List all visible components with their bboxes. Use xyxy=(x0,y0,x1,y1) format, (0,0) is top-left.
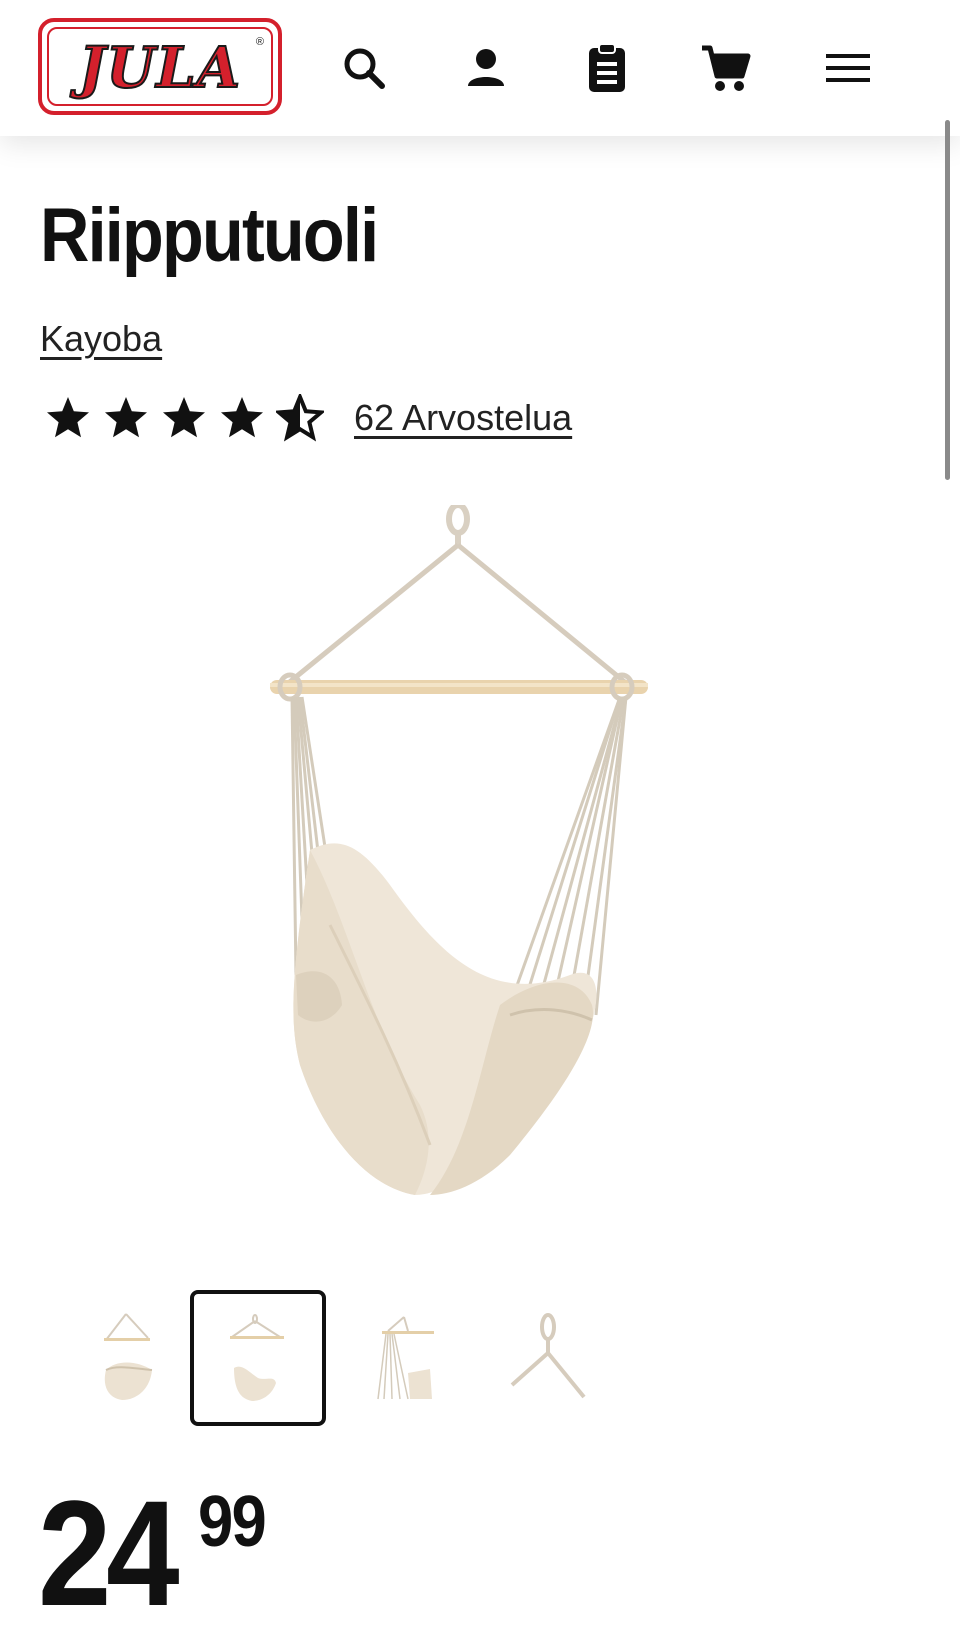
thumbnail-1[interactable] xyxy=(56,1290,192,1426)
product-image[interactable] xyxy=(270,502,690,1240)
star-icon xyxy=(163,397,205,438)
logo-text: JULA xyxy=(78,34,242,102)
rating-row: 62 Arvostelua xyxy=(44,394,572,442)
account-icon[interactable] xyxy=(458,40,514,96)
search-icon[interactable] xyxy=(336,40,392,96)
thumbnail-gallery xyxy=(56,1290,656,1430)
shopping-list-icon[interactable] xyxy=(579,40,635,96)
thumbnail-3[interactable] xyxy=(336,1290,472,1426)
star-icon xyxy=(105,397,147,438)
site-header: JULA ® xyxy=(0,0,960,136)
thumbnail-2[interactable] xyxy=(190,1290,326,1426)
cart-icon[interactable] xyxy=(698,40,754,96)
product-title: Riipputuoli xyxy=(40,193,379,278)
brand-link[interactable]: Kayoba xyxy=(40,318,162,360)
half-star-icon xyxy=(276,394,324,442)
jula-logo[interactable]: JULA ® xyxy=(38,18,282,115)
scrollbar[interactable] xyxy=(945,120,950,480)
registered-mark: ® xyxy=(255,36,264,48)
menu-icon[interactable] xyxy=(820,40,876,96)
star-icon xyxy=(47,397,89,438)
star-icon xyxy=(221,397,263,438)
price-integer: 24 xyxy=(38,1469,180,1637)
reviews-link[interactable]: 62 Arvostelua xyxy=(354,397,572,439)
thumbnail-4[interactable] xyxy=(480,1290,616,1426)
price-decimal: 99 xyxy=(198,1482,267,1562)
